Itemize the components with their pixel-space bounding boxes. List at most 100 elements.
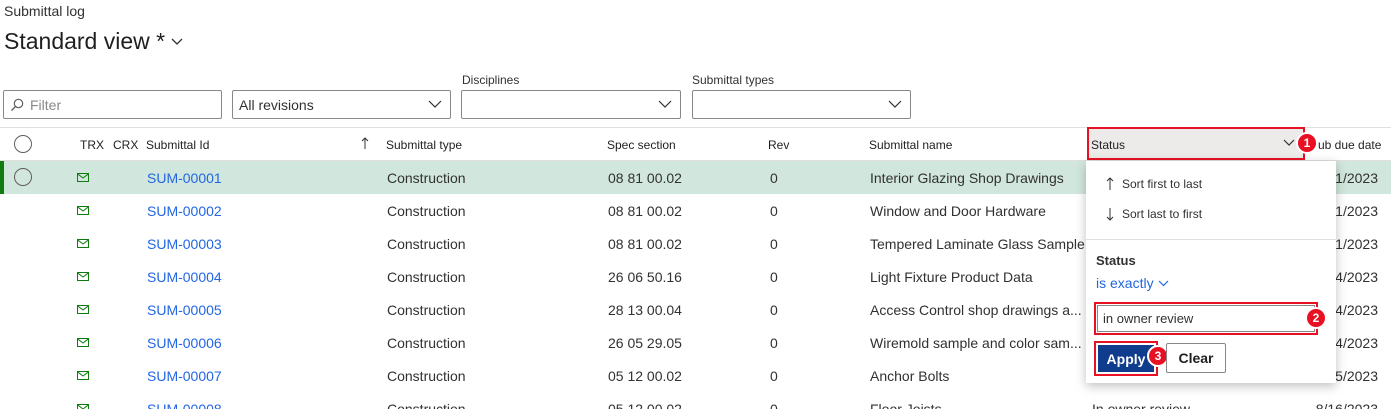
spec-section-cell: 05 12 00.02 xyxy=(608,368,682,384)
filter-operator-label: is exactly xyxy=(1096,275,1154,291)
rev-cell: 0 xyxy=(770,302,778,318)
submittal-id-link[interactable]: SUM-00005 xyxy=(147,302,222,318)
chevron-down-icon xyxy=(1283,139,1295,146)
submittal-name-cell: Interior Glazing Shop Drawings xyxy=(870,170,1064,186)
due-date-cell: 8/16/2023 xyxy=(1315,401,1378,409)
submittal-name-cell: Access Control shop drawings a... xyxy=(870,302,1082,318)
submittal-id-link[interactable]: SUM-00004 xyxy=(147,269,222,285)
filter-value-text: in owner review xyxy=(1103,311,1194,326)
submittal-id-link[interactable]: SUM-00001 xyxy=(147,170,222,186)
column-header-status[interactable]: Status xyxy=(1087,127,1305,160)
submittal-name-cell: Wiremold sample and color sam... xyxy=(870,335,1082,351)
submittal-types-dropdown[interactable] xyxy=(692,90,911,119)
sort-descending-label: Sort last to first xyxy=(1122,207,1203,221)
sort-descending-option[interactable]: Sort last to first xyxy=(1106,207,1202,221)
rev-cell: 0 xyxy=(770,236,778,252)
submittal-name-cell: Anchor Bolts xyxy=(870,368,950,384)
submittal-id-link[interactable]: SUM-00008 xyxy=(147,401,222,409)
chevron-down-icon xyxy=(428,100,442,108)
spec-section-cell: 26 05 29.05 xyxy=(608,335,682,351)
spec-section-cell: 08 81 00.02 xyxy=(608,203,682,219)
column-header-spec-section[interactable]: Spec section xyxy=(607,138,676,152)
step-badge-1: 1 xyxy=(1296,132,1318,154)
rev-cell: 0 xyxy=(770,203,778,219)
due-date-cell: 5/2023 xyxy=(1335,368,1378,384)
submittal-name-cell: Light Fixture Product Data xyxy=(870,269,1033,285)
rev-cell: 0 xyxy=(770,368,778,384)
disciplines-label: Disciplines xyxy=(462,73,520,87)
submittal-id-link[interactable]: SUM-00007 xyxy=(147,368,222,384)
chevron-down-icon xyxy=(1158,280,1169,286)
status-header-label: Status xyxy=(1091,138,1126,152)
submittal-id-link[interactable]: SUM-00002 xyxy=(147,203,222,219)
page-title: Standard view * xyxy=(4,28,166,54)
spec-section-cell: 26 06 50.16 xyxy=(608,269,682,285)
rev-cell: 0 xyxy=(770,170,778,186)
spec-section-cell: 08 81 00.02 xyxy=(608,170,682,186)
submittal-type-cell: Construction xyxy=(387,401,466,409)
mail-icon[interactable] xyxy=(77,239,89,248)
column-header-rev[interactable]: Rev xyxy=(768,138,789,152)
mail-icon[interactable] xyxy=(77,206,89,215)
rev-cell: 0 xyxy=(770,335,778,351)
revisions-dropdown[interactable]: All revisions xyxy=(232,90,451,119)
column-header-submittal-name[interactable]: Submittal name xyxy=(869,138,952,152)
chevron-down-icon xyxy=(658,100,672,108)
due-date-cell: 4/2023 xyxy=(1335,302,1378,318)
revisions-value: All revisions xyxy=(239,96,314,113)
mail-icon[interactable] xyxy=(77,305,89,314)
arrow-down-icon xyxy=(1106,208,1114,221)
column-header-trx[interactable]: TRX xyxy=(80,138,104,152)
select-all-radio[interactable] xyxy=(14,135,32,153)
column-header-crx[interactable]: CRX xyxy=(113,138,138,152)
submittal-type-cell: Construction xyxy=(387,302,466,318)
sort-ascending-icon xyxy=(361,137,369,149)
mail-icon[interactable] xyxy=(77,173,89,182)
mail-icon[interactable] xyxy=(77,371,89,380)
due-date-cell: 1/2023 xyxy=(1335,170,1378,186)
column-header-submittal-id[interactable]: Submittal Id xyxy=(146,138,209,152)
filter-value-input[interactable]: in owner review xyxy=(1094,302,1318,335)
column-header-due-date[interactable]: ub due date xyxy=(1318,138,1381,152)
mail-icon[interactable] xyxy=(77,272,89,281)
chevron-down-icon xyxy=(171,38,183,45)
submittal-id-link[interactable]: SUM-00006 xyxy=(147,335,222,351)
due-date-cell: 1/2023 xyxy=(1335,203,1378,219)
submittal-name-cell: Floor Joists xyxy=(870,401,942,409)
submittal-type-cell: Construction xyxy=(387,203,466,219)
filter-operator-dropdown[interactable]: is exactly xyxy=(1096,275,1169,291)
submittal-type-cell: Construction xyxy=(387,269,466,285)
filter-field-label: Status xyxy=(1096,253,1136,268)
step-badge-2: 2 xyxy=(1305,307,1327,329)
apply-button[interactable]: Apply xyxy=(1098,345,1154,372)
row-select-radio[interactable] xyxy=(14,168,32,186)
spec-section-cell: 05 12 00.02 xyxy=(608,401,682,409)
status-filter-popup: Sort first to last Sort last to first St… xyxy=(1086,161,1336,383)
mail-icon[interactable] xyxy=(77,404,89,409)
rev-cell: 0 xyxy=(770,401,778,409)
mail-icon[interactable] xyxy=(77,338,89,347)
filter-search-input[interactable]: Filter xyxy=(3,90,222,119)
sort-ascending-option[interactable]: Sort first to last xyxy=(1106,177,1202,191)
disciplines-dropdown[interactable] xyxy=(461,90,681,119)
due-date-cell: 4/2023 xyxy=(1335,269,1378,285)
table-row[interactable]: SUM-00008 Construction 05 12 00.02 0 Floor J… xyxy=(0,392,1391,409)
submittal-id-link[interactable]: SUM-00003 xyxy=(147,236,222,252)
status-cell: In owner review xyxy=(1092,401,1191,409)
due-date-cell: 4/2023 xyxy=(1335,335,1378,351)
submittal-name-cell: Window and Door Hardware xyxy=(870,203,1046,219)
search-icon xyxy=(11,98,24,111)
submittal-type-cell: Construction xyxy=(387,236,466,252)
rev-cell: 0 xyxy=(770,269,778,285)
view-selector[interactable]: Standard view * xyxy=(4,28,183,55)
submittal-types-label: Submittal types xyxy=(692,73,775,87)
spec-section-cell: 08 81 00.02 xyxy=(608,236,682,252)
submittal-name-cell: Tempered Laminate Glass Sample xyxy=(870,236,1085,252)
sort-ascending-label: Sort first to last xyxy=(1122,177,1203,191)
column-header-submittal-type[interactable]: Submittal type xyxy=(386,138,462,152)
submittal-type-cell: Construction xyxy=(387,170,466,186)
breadcrumb: Submittal log xyxy=(4,3,85,19)
clear-button[interactable]: Clear xyxy=(1166,343,1226,373)
filter-placeholder: Filter xyxy=(30,96,62,113)
submittal-type-cell: Construction xyxy=(387,368,466,384)
